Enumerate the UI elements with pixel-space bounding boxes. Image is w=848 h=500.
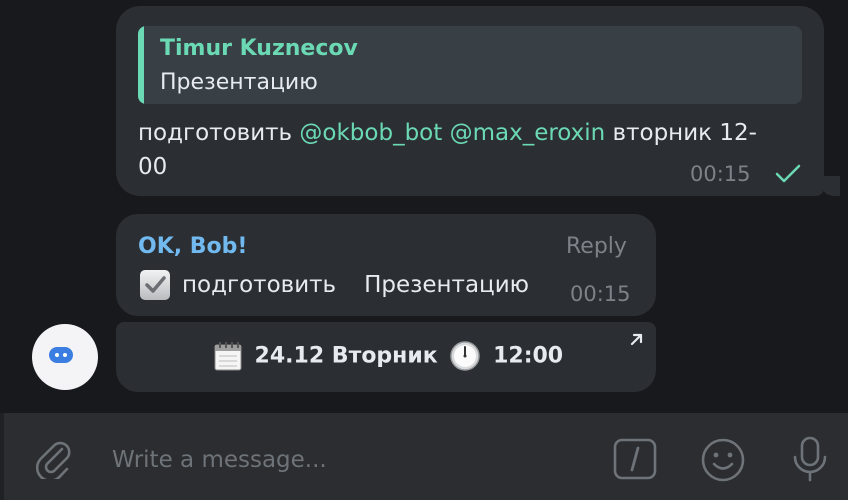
keyboard-time: 12:00 <box>493 343 564 369</box>
composer-bar <box>4 413 848 500</box>
outgoing-message[interactable]: Timur Kuznecov Презентацию подготовить @… <box>116 6 824 196</box>
check-icon <box>775 164 801 183</box>
mention-max-eroxin[interactable]: @max_eroxin <box>450 120 606 146</box>
avatar[interactable] <box>32 324 98 390</box>
message-time: 00:15 <box>690 162 751 186</box>
bot-commands-icon[interactable] <box>612 437 658 481</box>
emoji-icon[interactable] <box>700 437 746 483</box>
keyboard-button-label: 24.12 Вторник 12:00 <box>116 340 656 372</box>
bubble-tail <box>820 176 840 196</box>
quote-bar <box>138 26 144 104</box>
microphone-icon[interactable] <box>790 435 830 483</box>
message-text: подготовить @okbob_bot @max_eroxin вторн… <box>138 116 758 184</box>
task-line: подготовить Презентацию <box>140 270 529 300</box>
reply-quote[interactable]: Timur Kuznecov Презентацию <box>138 26 802 104</box>
inline-keyboard-button[interactable]: 24.12 Вторник 12:00 <box>116 322 656 392</box>
bot-message-time: 00:15 <box>570 282 631 306</box>
paperclip-icon[interactable] <box>34 437 74 479</box>
arrow-up-right-icon <box>630 333 643 346</box>
clock-icon <box>450 341 481 371</box>
mention-okbob[interactable]: @okbob_bot <box>299 120 442 146</box>
chat-area: Timur Kuznecov Презентацию подготовить @… <box>0 0 848 413</box>
quote-text: Презентацию <box>160 70 318 95</box>
message-space <box>442 120 449 146</box>
keyboard-date: 24.12 Вторник <box>254 343 438 369</box>
message-text-start: подготовить <box>138 120 300 146</box>
composer <box>0 413 848 500</box>
message-input[interactable] <box>112 443 592 477</box>
task-action: подготовить <box>182 272 337 298</box>
bot-message[interactable]: OK, Bob! Reply подготовить Презентацию 0… <box>116 214 656 316</box>
calendar-icon <box>214 342 242 371</box>
quote-author: Timur Kuznecov <box>160 36 358 61</box>
bot-sender-name[interactable]: OK, Bob! <box>138 234 247 259</box>
checkbox-checked-icon <box>140 270 170 300</box>
bot-icon <box>49 347 73 363</box>
task-subject: Презентацию <box>364 272 530 298</box>
reply-button[interactable]: Reply <box>566 234 627 259</box>
